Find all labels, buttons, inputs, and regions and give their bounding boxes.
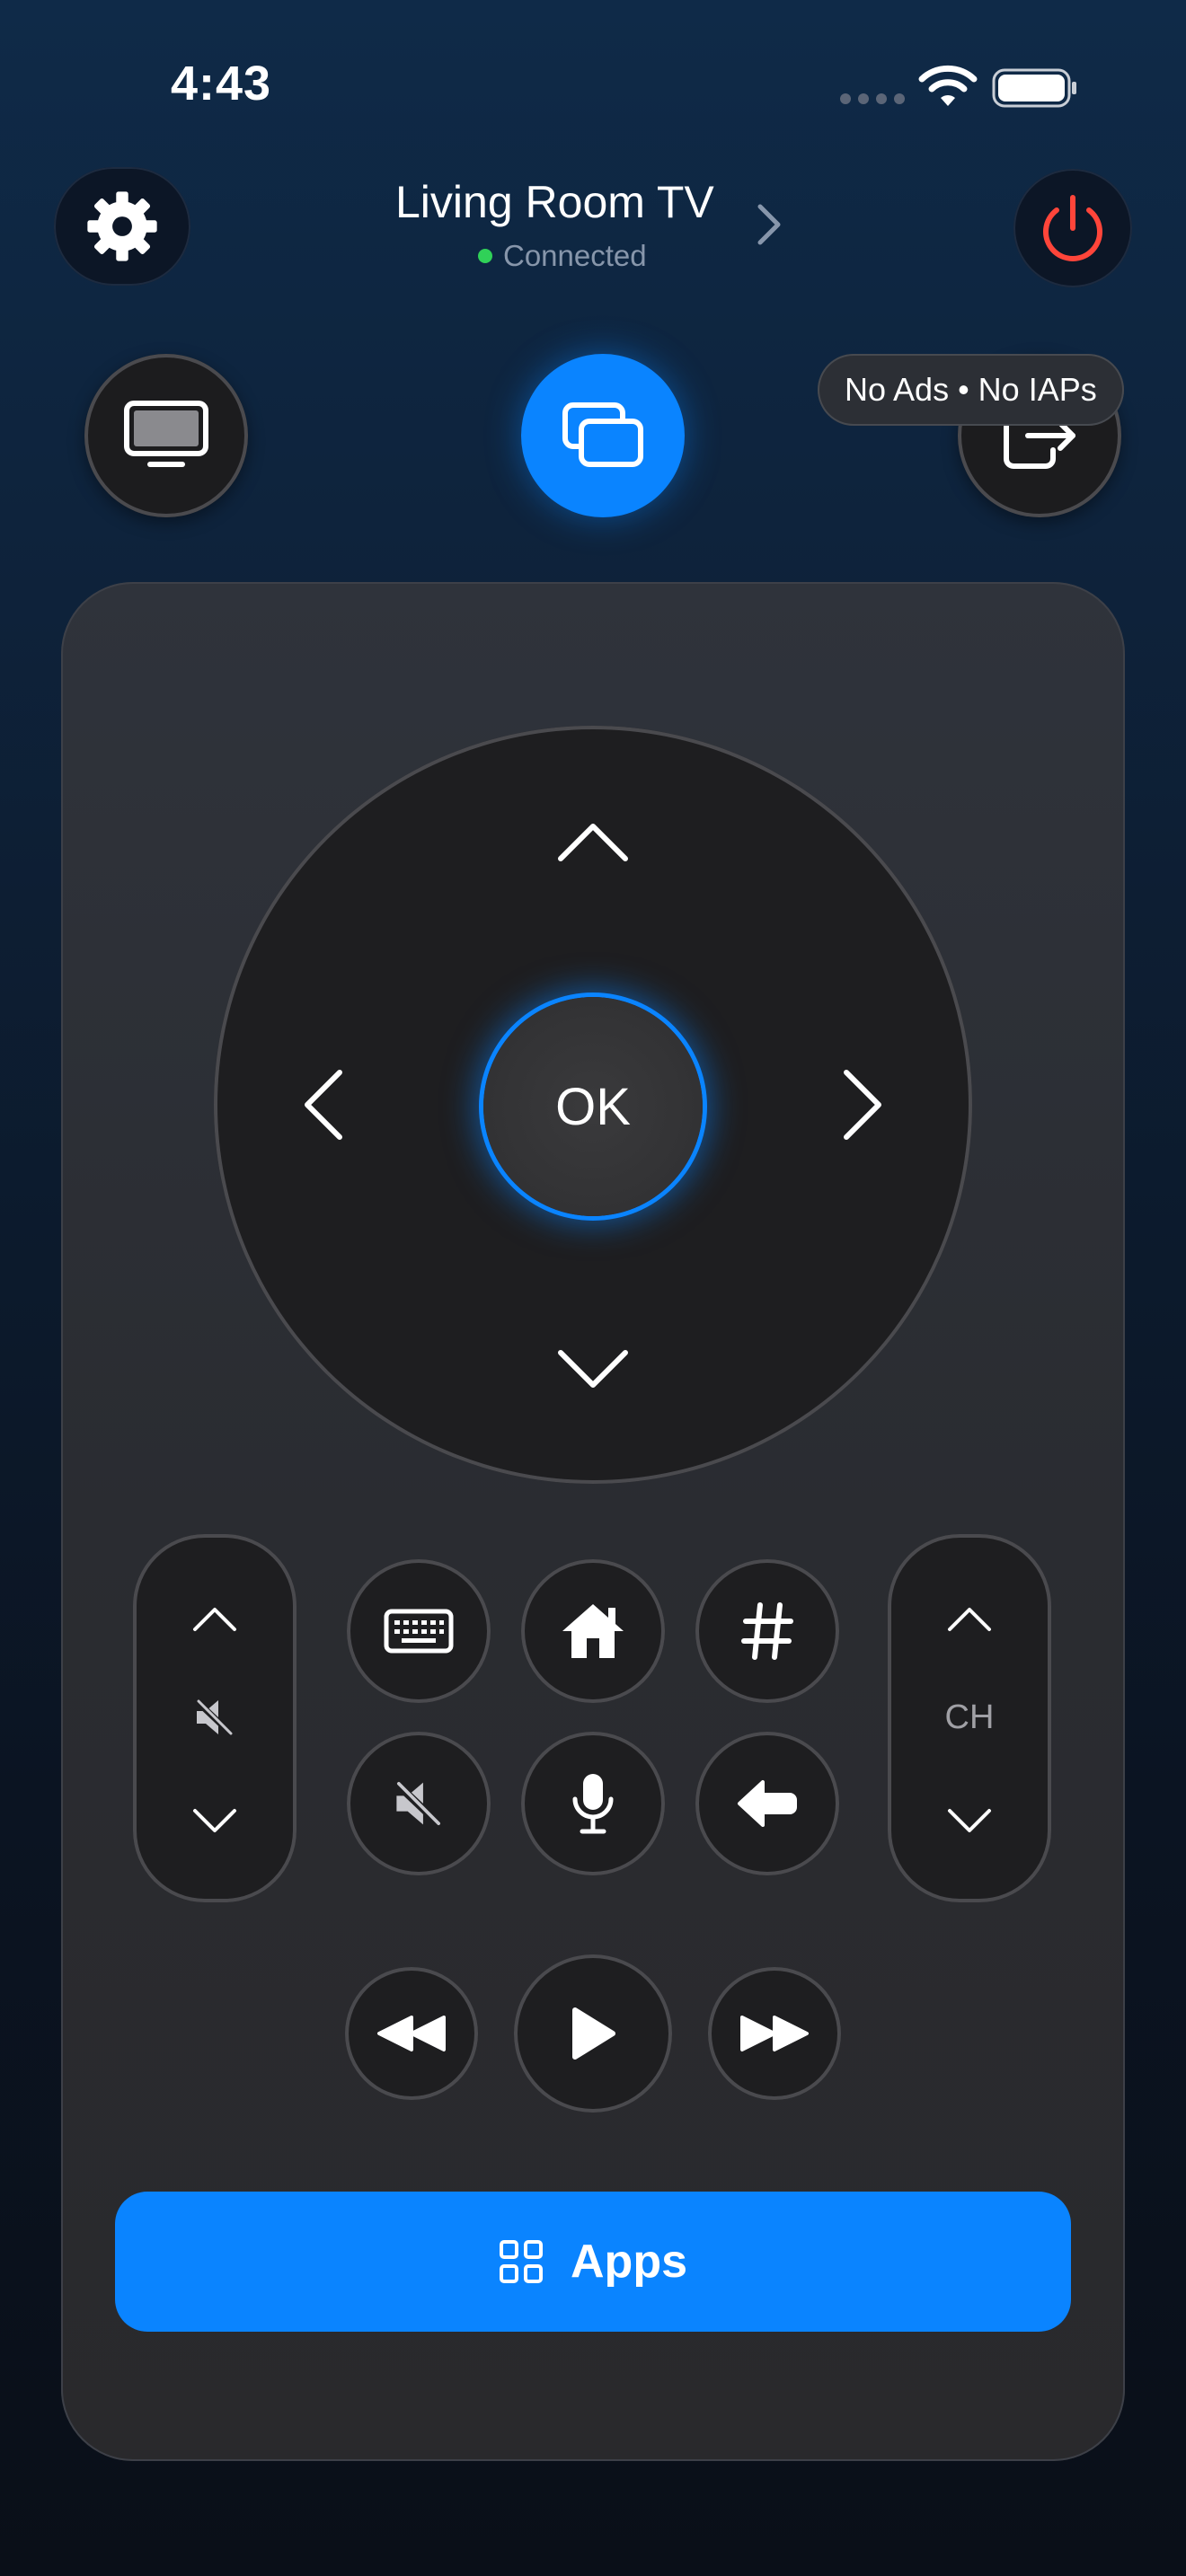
play-icon [572,2007,615,2060]
chevron-down-icon [948,1809,991,1832]
channel-down-button[interactable] [934,1791,1005,1848]
connection-status-label: Connected [503,239,647,272]
gear-icon [87,191,157,261]
home-button[interactable] [521,1559,665,1703]
power-button[interactable] [1013,169,1132,287]
rewind-icon [377,2016,446,2051]
back-icon [738,1780,797,1827]
chevron-down-icon [558,1350,628,1388]
volume-down-button[interactable] [179,1791,251,1848]
chevron-up-icon [193,1608,236,1631]
power-icon [1043,195,1102,261]
screen-mirror-icon [562,402,643,467]
dpad-right-button[interactable] [818,1060,907,1150]
keyboard-icon [384,1609,454,1654]
apps-button[interactable]: Apps [115,2192,1071,2332]
number-pad-icon [741,1602,793,1660]
ok-button[interactable]: OK [483,997,703,1216]
volume-mute-toggle[interactable] [188,1690,242,1744]
number-pad-button[interactable] [695,1559,839,1703]
apps-label: Apps [571,2236,687,2288]
volume-up-button[interactable] [179,1590,251,1647]
dpad-left-button[interactable] [279,1060,368,1150]
microphone-icon [572,1774,614,1834]
chevron-left-icon [305,1070,342,1140]
screen-mirror-button[interactable] [521,354,685,517]
back-button[interactable] [695,1732,839,1875]
chevron-right-icon [844,1070,881,1140]
mute-button[interactable] [347,1732,491,1875]
connection-status: Connected [478,239,647,273]
rewind-button[interactable] [345,1967,478,2100]
chevron-up-icon [948,1608,991,1631]
settings-button[interactable] [54,167,190,286]
no-ads-badge: No Ads • No IAPs [818,354,1124,426]
voice-button[interactable] [521,1732,665,1875]
tv-mode-button[interactable] [84,354,248,517]
mute-icon [394,1780,444,1829]
play-button[interactable] [514,1954,672,2113]
mute-icon [194,1698,235,1738]
connected-dot [478,249,492,263]
apps-grid-icon [500,2240,543,2283]
home-icon [562,1604,624,1658]
battery-icon [992,68,1076,108]
chevron-up-icon [558,824,628,861]
wifi-icon [918,65,978,106]
fast-forward-icon [740,2016,809,2051]
channel-label: CH [944,1698,995,1736]
tv-icon [124,401,208,467]
cellular-signal-icon [840,93,905,104]
dpad-down-button[interactable] [548,1324,638,1414]
dpad-up-button[interactable] [548,798,638,887]
channel-up-button[interactable] [934,1590,1005,1647]
device-name[interactable]: Living Room TV [395,176,755,228]
chevron-right-icon[interactable] [753,199,785,250]
keyboard-button[interactable] [347,1559,491,1703]
chevron-down-icon [193,1809,236,1832]
fast-forward-button[interactable] [708,1967,841,2100]
status-time: 4:43 [171,57,272,110]
